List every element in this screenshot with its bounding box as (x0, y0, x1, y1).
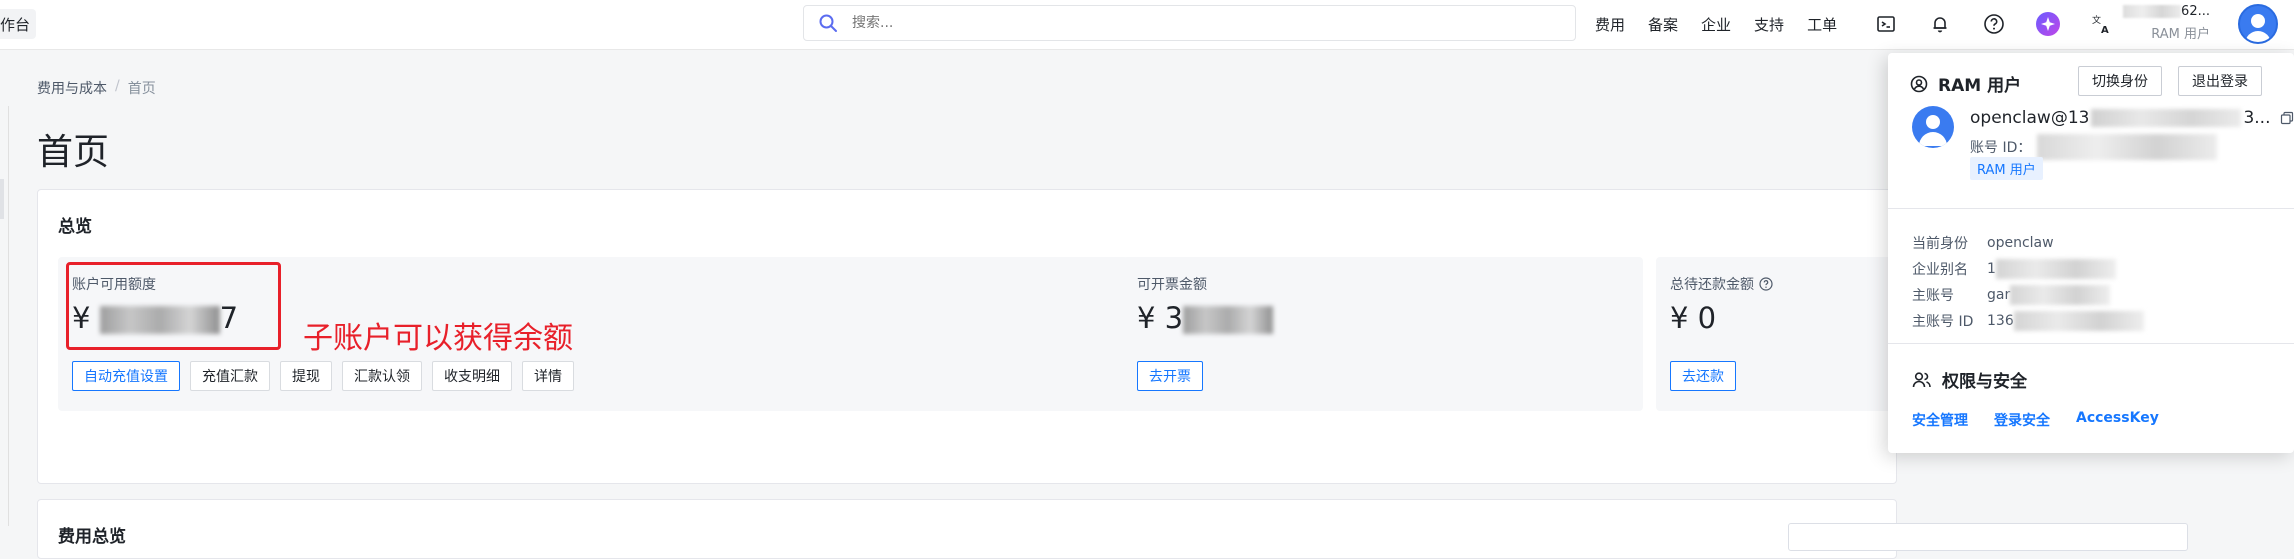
claim-remittance-button[interactable]: 汇款认领 (342, 361, 422, 391)
ram-user-tag: RAM 用户 (1970, 157, 2043, 180)
repayment-actions: 去还款 (1670, 361, 1736, 391)
accesskey-link[interactable]: AccessKey (2076, 410, 2159, 430)
security-management-link[interactable]: 安全管理 (1912, 410, 1968, 430)
bell-icon[interactable] (1926, 10, 1954, 38)
breadcrumb-parent[interactable]: 费用与成本 (37, 78, 107, 98)
info-row-enterprise-alias: 企业别名 1 (1912, 256, 2144, 282)
avatar[interactable] (2238, 4, 2278, 44)
redacted-main-account (2010, 285, 2111, 305)
user-dropdown-menu: RAM 用户 切换身份 退出登录 openclaw@13 3... 账号 ID： … (1888, 53, 2294, 453)
terminal-icon[interactable] (1872, 10, 1900, 38)
nav-link-support[interactable]: 支持 (1754, 14, 1784, 35)
login-security-link[interactable]: 登录安全 (1994, 410, 2050, 430)
annotation-text: 子账户可以获得余额 (303, 321, 573, 356)
workbench-link[interactable]: 作台 (0, 9, 37, 39)
user-info[interactable]: 62... RAM 用户 (2100, 4, 2210, 42)
info-row-main-account: 主账号 gar (1912, 282, 2144, 308)
invoice-actions: 去开票 (1137, 361, 1203, 391)
repay-button[interactable]: 去还款 (1670, 361, 1736, 391)
redacted-account-id (2037, 134, 2218, 160)
invoiceable-amount-label: 可开票金额 (1137, 277, 1207, 293)
nav-link-tickets[interactable]: 工单 (1807, 14, 1837, 35)
dropdown-header: RAM 用户 (1910, 71, 2021, 96)
redacted-main-account-id (2013, 311, 2144, 331)
breadcrumb: 费用与成本 / 首页 (37, 78, 156, 98)
info-icon[interactable] (1759, 277, 1773, 291)
redacted-email (2091, 109, 2242, 127)
cost-overview-title: 费用总览 (58, 527, 126, 547)
nav-link-billing[interactable]: 费用 (1595, 14, 1625, 35)
switch-identity-button[interactable]: 切换身份 (2078, 66, 2162, 96)
info-row-main-account-id: 主账号 ID 136 (1912, 308, 2144, 334)
breadcrumb-current: 首页 (127, 81, 156, 97)
annotation-highlight-box (66, 262, 281, 350)
balance-actions: 自动充值设置 充值汇款 提现 汇款认领 收支明细 详情 (72, 361, 574, 391)
issue-invoice-button[interactable]: 去开票 (1137, 361, 1203, 391)
redacted-account (2123, 5, 2182, 18)
security-title: 权限与安全 (1942, 372, 2027, 392)
invoiceable-amount-panel: 可开票金额 ¥ 3 去开票 (1123, 257, 1643, 411)
search-icon (819, 14, 837, 32)
user-account-name: 62... (2100, 4, 2210, 19)
ai-assistant-icon[interactable] (2034, 10, 2062, 38)
dropdown-divider (1888, 343, 2294, 344)
workbench-label: 作台 (0, 15, 31, 34)
nav-link-icp[interactable]: 备案 (1648, 14, 1678, 35)
page-title: 首页 (37, 132, 110, 173)
global-search[interactable] (803, 5, 1576, 41)
identity-info-list: 当前身份 openclaw 企业别名 1 主账号 gar 主账号 ID 136 (1912, 230, 2144, 334)
redacted-alias (1995, 259, 2116, 279)
search-input[interactable] (852, 15, 1452, 31)
user-circle-icon (1910, 75, 1928, 92)
sidebar-collapse-handle[interactable] (0, 179, 4, 219)
dropdown-header-label: RAM 用户 (1938, 76, 2022, 96)
dropdown-divider (1888, 208, 2294, 209)
dropdown-avatar (1912, 106, 1954, 148)
repayment-panel: 总待还款金额 ¥ 0 去还款 (1656, 257, 1896, 411)
sidebar-edge (8, 106, 9, 526)
recharge-button[interactable]: 充值汇款 (190, 361, 270, 391)
user-role: RAM 用户 (2151, 27, 2210, 42)
top-nav-links: 费用 备案 企业 支持 工单 (1595, 0, 1860, 48)
help-icon[interactable] (1980, 10, 2008, 38)
dropdown-email: openclaw@13 3... (1970, 108, 2294, 128)
cost-overview-card: 费用总览 (37, 499, 1897, 559)
withdraw-button[interactable]: 提现 (280, 361, 332, 391)
breadcrumb-separator: / (115, 78, 120, 94)
users-icon (1912, 371, 1931, 387)
transactions-button[interactable]: 收支明细 (432, 361, 512, 391)
repayment-value: ¥ 0 (1670, 301, 1717, 335)
repayment-label: 总待还款金额 (1670, 274, 1773, 294)
auto-recharge-button[interactable]: 自动充值设置 (72, 361, 180, 391)
invoiceable-amount-value: ¥ 3 (1137, 301, 1274, 335)
security-links: 安全管理 登录安全 AccessKey (1912, 410, 2159, 430)
details-button[interactable]: 详情 (522, 361, 574, 391)
copy-icon[interactable] (2280, 111, 2294, 125)
overview-title: 总览 (58, 217, 92, 237)
redacted-invoice-amount (1183, 306, 1274, 334)
security-header: 权限与安全 (1912, 367, 2027, 392)
top-navigation-bar: 作台 费用 备案 企业 支持 工单 文A 62... (0, 0, 2294, 50)
info-row-current-identity: 当前身份 openclaw (1912, 235, 2054, 252)
nav-link-enterprise[interactable]: 企业 (1701, 14, 1731, 35)
date-range-picker[interactable] (1788, 523, 2188, 551)
logout-button[interactable]: 退出登录 (2178, 66, 2262, 96)
